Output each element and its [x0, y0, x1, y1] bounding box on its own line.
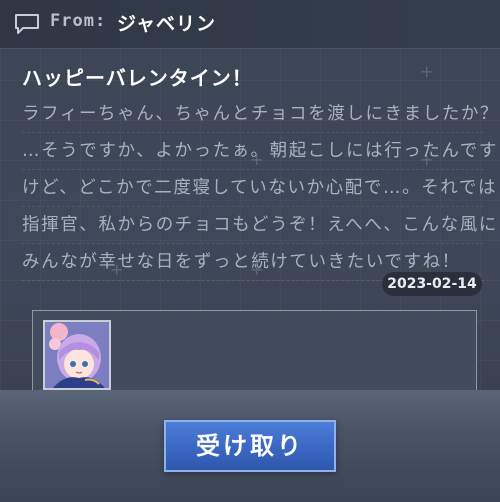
- character-portrait-icon[interactable]: [43, 320, 111, 390]
- sender-name: ジャベリン: [117, 13, 217, 35]
- message-line: けど、どこかで二度寝していないか心配で…。それでは: [22, 170, 495, 207]
- message-icon: [15, 14, 39, 34]
- grid-plus-decoration: +: [420, 62, 434, 81]
- character-portrait-art: [45, 322, 109, 388]
- mail-card: From: ジャベリン + + + + + + + ハッピーバレンタイン！ ラフ…: [0, 0, 500, 390]
- message-body: ラフィーちゃん、ちゃんとチョコを渡しにきましたか？ …そうですか、よかったぁ。朝…: [22, 96, 498, 281]
- from-label: From:: [50, 11, 107, 31]
- date-badge: 2023-02-14: [382, 272, 482, 296]
- message-line: …そうですか、よかったぁ。朝起こしには行ったんです: [22, 133, 496, 170]
- message-title: ハッピーバレンタイン！: [22, 66, 253, 90]
- claim-button[interactable]: 受け取り: [164, 420, 336, 472]
- message-line: 指揮官、私からのチョコもどうぞ！えへへ、こんな風に: [22, 207, 496, 244]
- message-line: ラフィーちゃん、ちゃんとチョコを渡しにきましたか？: [22, 96, 498, 133]
- mail-header: From: ジャベリン: [0, 0, 500, 49]
